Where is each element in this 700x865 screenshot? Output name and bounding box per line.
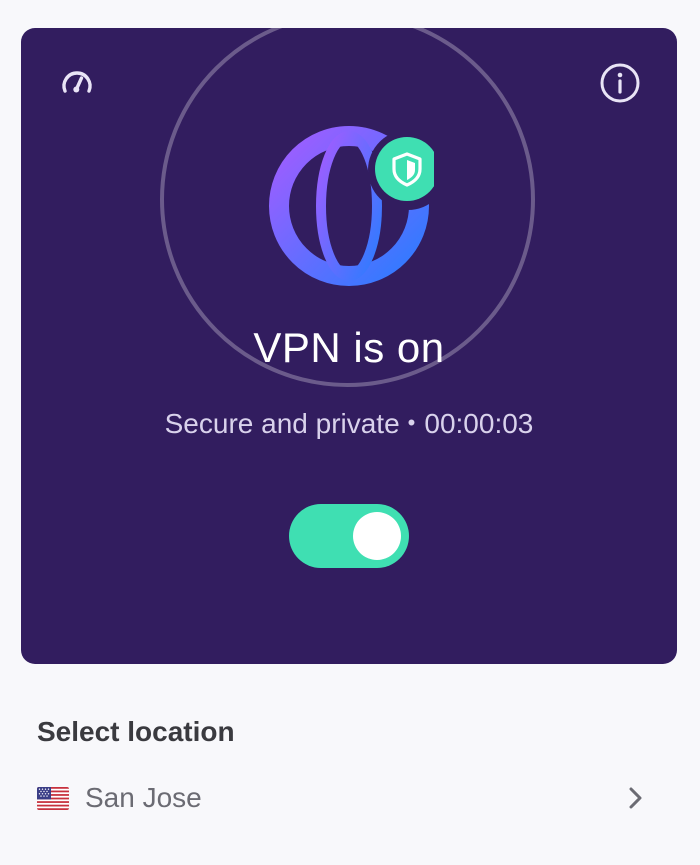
connection-timer: 00:00:03 xyxy=(424,408,534,439)
chevron-right-icon[interactable] xyxy=(623,786,647,810)
info-button[interactable] xyxy=(598,61,642,105)
vpn-status-detail: Secure and private • 00:00:03 xyxy=(21,408,677,440)
info-icon xyxy=(600,63,640,103)
separator-dot: • xyxy=(407,410,416,435)
vpn-screen: VPN is on Secure and private • 00:00:03 Se… xyxy=(0,0,700,865)
speedometer-icon xyxy=(62,71,92,93)
location-row[interactable]: San Jose xyxy=(37,772,657,824)
us-flag-icon xyxy=(37,786,69,810)
selected-location-name: San Jose xyxy=(85,782,202,813)
speedometer-button[interactable] xyxy=(55,61,99,105)
globe-icon xyxy=(269,126,439,286)
status-text: Secure and private xyxy=(164,408,400,439)
protected-globe xyxy=(269,124,439,289)
vpn-toggle[interactable] xyxy=(289,504,409,568)
vpn-status-title: VPN is on xyxy=(253,324,445,371)
toggle-knob[interactable] xyxy=(353,512,401,560)
select-location-heading: Select location xyxy=(37,716,235,747)
vpn-status-card: VPN is on Secure and private • 00:00:03 xyxy=(21,28,677,664)
